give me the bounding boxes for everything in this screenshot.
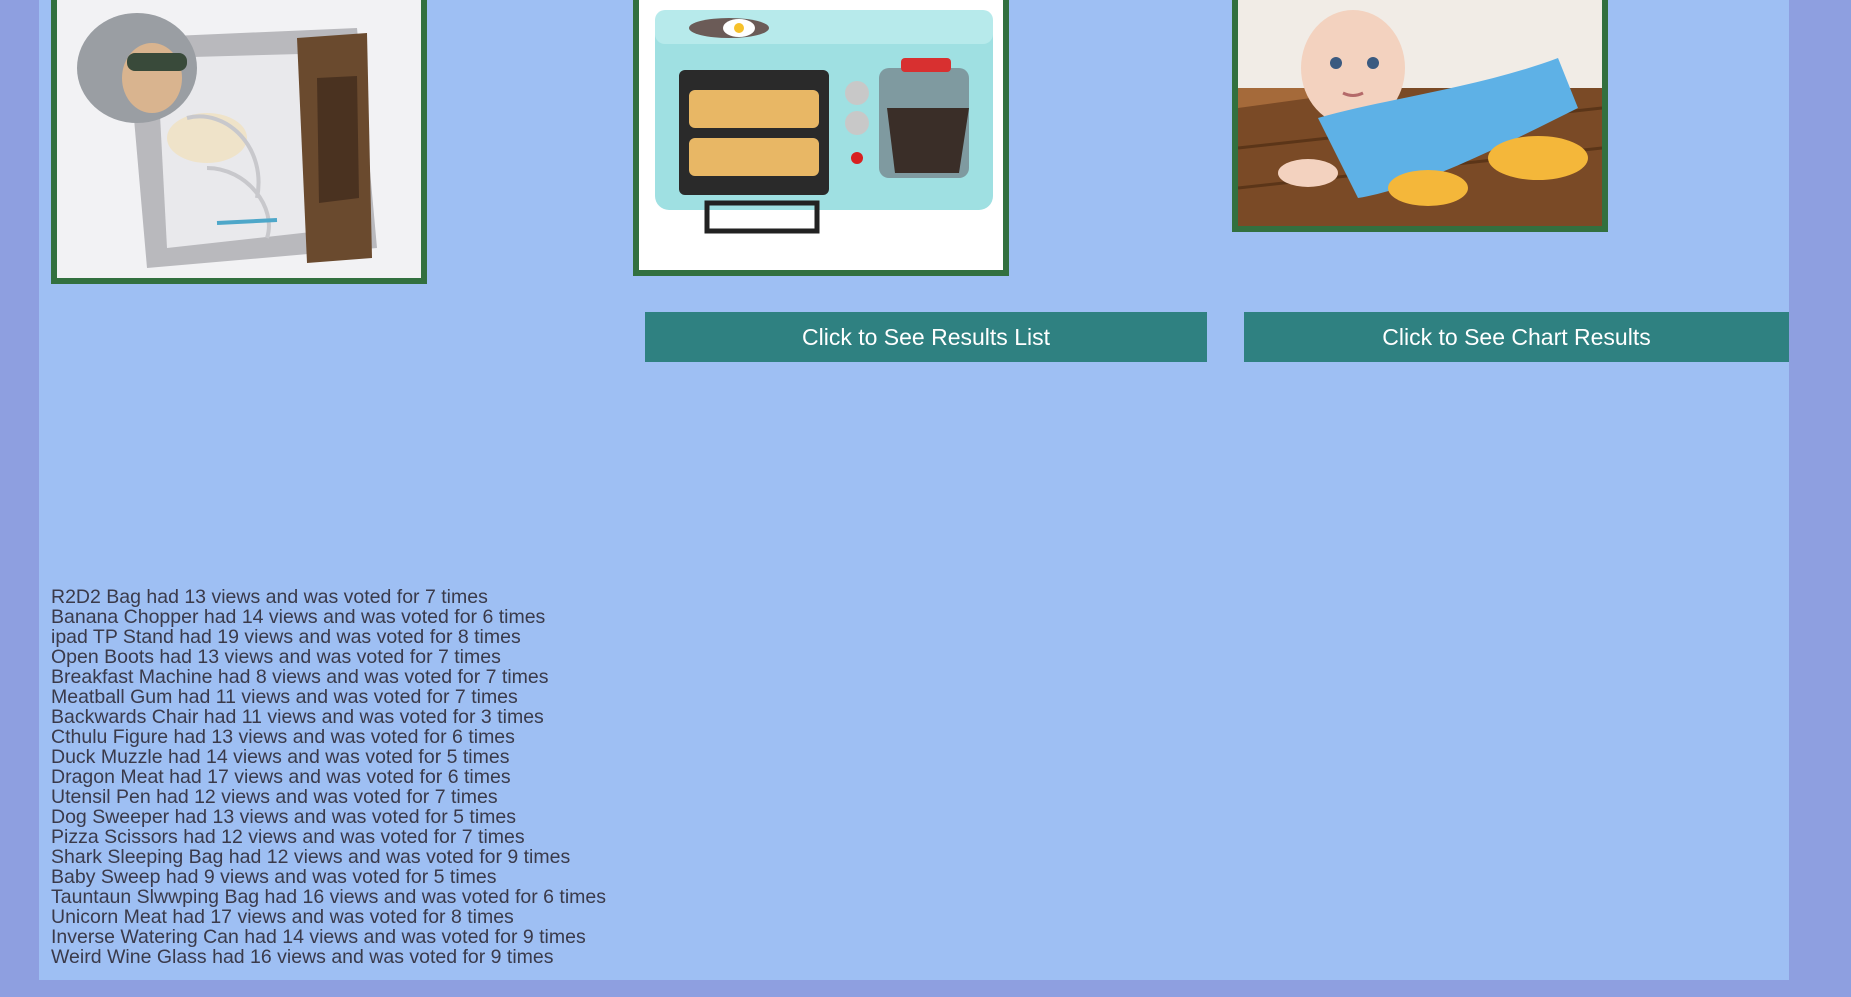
list-item: Pizza Scissors had 12 views and was vote…	[51, 826, 525, 848]
list-item: Dog Sweeper had 13 views and was voted f…	[51, 806, 517, 828]
list-item: Dragon Meat had 17 views and was voted f…	[51, 766, 511, 788]
list-item: Duck Muzzle had 14 views and was voted f…	[51, 746, 510, 768]
product-image-sleeping-bag[interactable]	[51, 0, 427, 284]
list-item: Shark Sleeping Bag had 12 views and was …	[51, 846, 571, 868]
tauntaun-sleeping-bag-image	[57, 0, 421, 278]
list-item: Utensil Pen had 12 views and was voted f…	[51, 786, 498, 808]
list-item: Unicorn Meat had 17 views and was voted …	[51, 906, 514, 928]
page-container: Click to See Results List Click to See C…	[39, 0, 1789, 980]
breakfast-machine-image	[639, 0, 1003, 270]
list-item: ipad TP Stand had 19 views and was voted…	[51, 626, 521, 648]
list-item: Cthulu Figure had 13 views and was voted…	[51, 726, 515, 748]
product-image-baby-sweep[interactable]	[1232, 0, 1608, 232]
baby-sweep-image	[1238, 0, 1602, 226]
list-item: Meatball Gum had 11 views and was voted …	[51, 686, 518, 708]
list-item: Open Boots had 13 views and was voted fo…	[51, 646, 501, 668]
list-item: Banana Chopper had 14 views and was vote…	[51, 606, 546, 628]
results-list-button[interactable]: Click to See Results List	[645, 312, 1207, 362]
chart-results-button[interactable]: Click to See Chart Results	[1244, 312, 1789, 362]
list-item: R2D2 Bag had 13 views and was voted for …	[51, 586, 488, 608]
list-item: Breakfast Machine had 8 views and was vo…	[51, 666, 549, 688]
list-item: Baby Sweep had 9 views and was voted for…	[51, 866, 497, 888]
product-image-breakfast-machine[interactable]	[633, 0, 1009, 276]
results-list: R2D2 Bag had 13 views and was voted for …	[51, 587, 606, 967]
list-item: Tauntaun Slwwping Bag had 16 views and w…	[51, 886, 606, 908]
list-item: Weird Wine Glass had 16 views and was vo…	[51, 946, 554, 968]
list-item: Backwards Chair had 11 views and was vot…	[51, 706, 544, 728]
list-item: Inverse Watering Can had 14 views and wa…	[51, 926, 586, 948]
